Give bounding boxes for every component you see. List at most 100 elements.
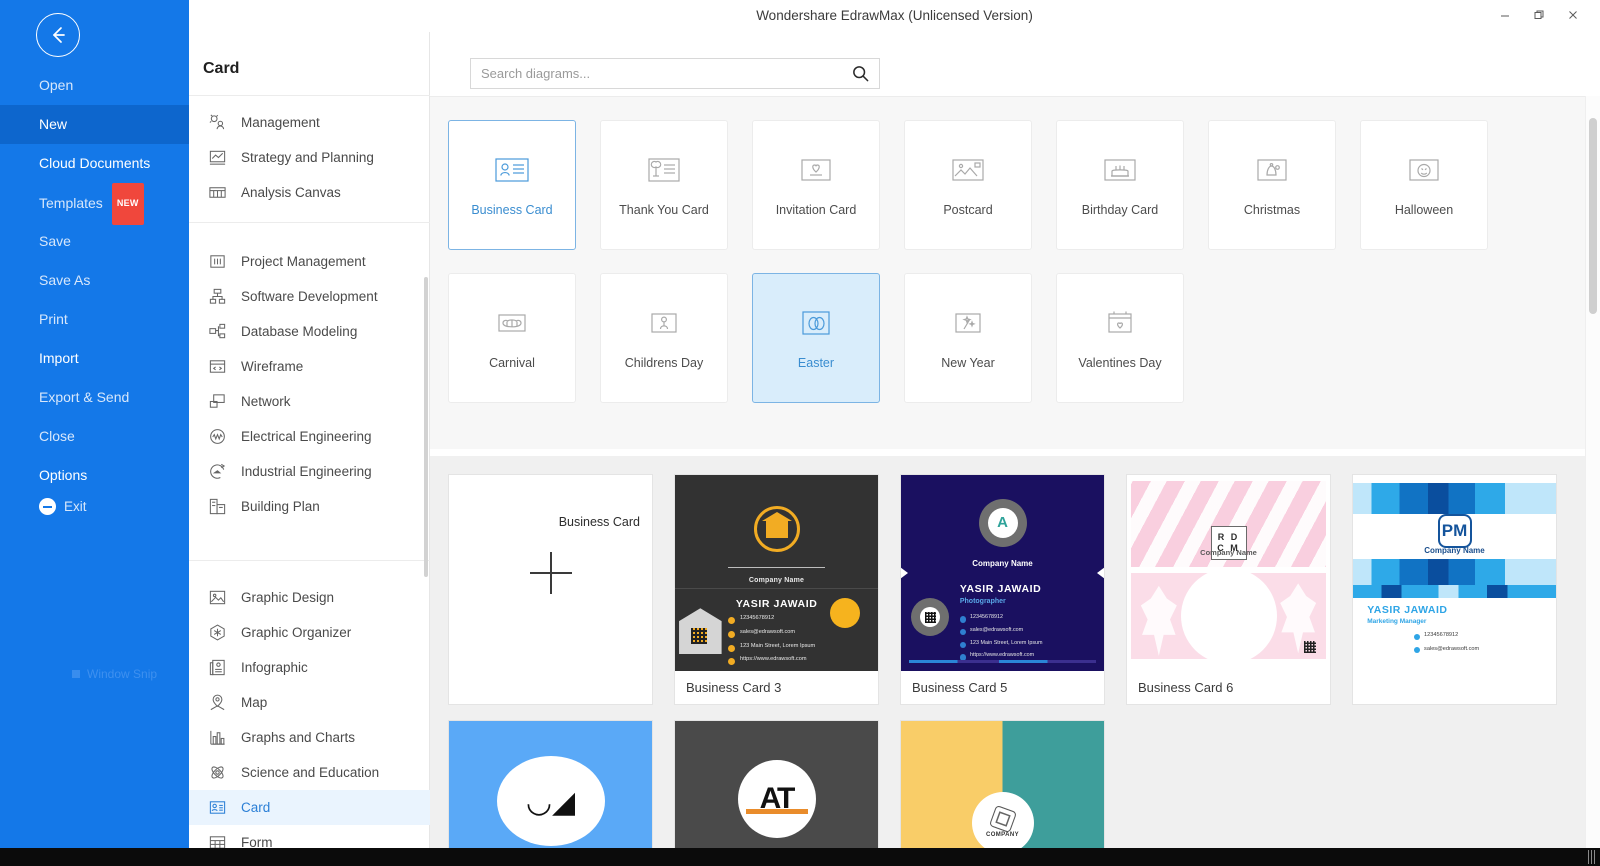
rail-label: Import <box>39 350 79 366</box>
template-card-business-card-5[interactable]: A Company Name YASIR JAWAID Photographer… <box>900 474 1105 705</box>
analysis-canvas-icon <box>208 183 227 202</box>
rail-item-close[interactable]: Close <box>0 417 189 456</box>
subcategory-tile-halloween[interactable]: Halloween <box>1360 120 1488 250</box>
subcategory-tile-easter[interactable]: Easter <box>752 273 880 403</box>
template-thumbnail: Business Card <box>449 475 652 671</box>
category-item-software-development[interactable]: Software Development <box>189 279 430 314</box>
subcategory-tile-postcard[interactable]: Postcard <box>904 120 1032 250</box>
search-input[interactable] <box>471 59 841 88</box>
subcategory-tile-christmas[interactable]: Christmas <box>1208 120 1336 250</box>
template-card-business-card-6[interactable]: R D C M Company Name Business Card 6 <box>1126 474 1331 705</box>
card-email: sales@edrawsoft.com <box>1424 645 1480 652</box>
card-logo: PM <box>1437 514 1472 549</box>
map-icon <box>208 693 227 712</box>
category-item-management[interactable]: Management <box>189 105 430 140</box>
subcategory-panel: Business Card Thank You Card Invitation … <box>430 96 1585 449</box>
category-item-strategy-and-planning[interactable]: Strategy and Planning <box>189 140 430 175</box>
category-item-network[interactable]: Network <box>189 384 430 419</box>
category-label: Software Development <box>241 289 378 304</box>
category-item-industrial-engineering[interactable]: Industrial Engineering <box>189 454 430 489</box>
title-bar: Wondershare EdrawMax (Unlicensed Version… <box>189 0 1600 56</box>
category-title: Card <box>203 60 240 77</box>
card-art-business-card-5: A Company Name YASIR JAWAID Photographer… <box>901 475 1104 671</box>
card-website: https://www.edrawsoft.com <box>739 656 807 663</box>
category-item-card[interactable]: Card <box>189 790 430 825</box>
category-item-electrical-engineering[interactable]: Electrical Engineering <box>189 419 430 454</box>
template-thumbnail: AT <box>675 721 878 848</box>
category-item-graphs-and-charts[interactable]: Graphs and Charts <box>189 720 430 755</box>
childrens-day-icon <box>642 307 686 339</box>
rail-item-exit[interactable]: Exit <box>39 498 87 515</box>
rail-item-open[interactable]: Open <box>0 66 189 105</box>
rail-item-save[interactable]: Save <box>0 222 189 261</box>
new-year-icon <box>946 307 990 339</box>
category-item-infographic[interactable]: Infographic <box>189 650 430 685</box>
category-item-map[interactable]: Map <box>189 685 430 720</box>
back-arrow-icon[interactable] <box>36 13 80 57</box>
subcategory-label: New Year <box>941 355 995 370</box>
restore-button[interactable] <box>1522 2 1556 28</box>
category-label: Graphic Organizer <box>241 625 352 640</box>
template-card-business-card-3[interactable]: Company Name YASIR JAWAID 12345678912 sa… <box>674 474 879 705</box>
category-item-building-plan[interactable]: Building Plan <box>189 489 430 524</box>
card-email: sales@edrawsoft.com <box>970 626 1024 633</box>
rail-item-import[interactable]: Import <box>0 339 189 378</box>
template-card-at-dark[interactable]: AT <box>674 720 879 848</box>
qr-code-icon <box>911 598 950 637</box>
search-icon[interactable] <box>841 64 879 83</box>
minimize-button[interactable] <box>1488 2 1522 28</box>
new-badge: NEW <box>111 183 144 225</box>
rail-item-save-as[interactable]: Save As <box>0 261 189 300</box>
subcategory-tile-invitation-card[interactable]: Invitation Card <box>752 120 880 250</box>
template-card-yellow-teal[interactable]: COMPANY <box>900 720 1105 848</box>
category-item-graphic-organizer[interactable]: Graphic Organizer <box>189 615 430 650</box>
rail-item-cloud-documents[interactable]: Cloud Documents <box>0 144 189 183</box>
close-button[interactable] <box>1556 2 1590 28</box>
template-card-business-card-4[interactable]: PM Company Name YASIR JAWAID Marketing M… <box>1352 474 1557 705</box>
category-group-2: Project Management Software Development <box>189 244 430 524</box>
subcategory-tile-valentines-day[interactable]: Valentines Day <box>1056 273 1184 403</box>
category-item-analysis-canvas[interactable]: Analysis Canvas <box>189 175 430 210</box>
category-item-graphic-design[interactable]: Graphic Design <box>189 580 430 615</box>
template-thumbnail: A Company Name YASIR JAWAID Photographer… <box>901 475 1104 671</box>
rail-label: Export & Send <box>39 389 130 405</box>
rail-item-export-send[interactable]: Export & Send <box>0 378 189 417</box>
subcategory-tile-new-year[interactable]: New Year <box>904 273 1032 403</box>
subcategory-label: Halloween <box>1394 202 1454 217</box>
rail-label: New <box>39 116 68 132</box>
category-item-project-management[interactable]: Project Management <box>189 244 430 279</box>
category-label: Infographic <box>241 660 308 675</box>
category-scrollbar[interactable] <box>424 277 428 577</box>
template-card-blue-eyes[interactable]: ◡◢ Company Name <box>448 720 653 848</box>
category-label: Building Plan <box>241 499 320 514</box>
category-item-database-modeling[interactable]: Database Modeling <box>189 314 430 349</box>
category-item-wireframe[interactable]: Wireframe <box>189 349 430 384</box>
resize-grip-icon[interactable] <box>1588 850 1596 864</box>
subcategory-tile-birthday-card[interactable]: Birthday Card <box>1056 120 1184 250</box>
rail-item-print[interactable]: Print <box>0 300 189 339</box>
rail-item-options[interactable]: Options <box>0 456 189 495</box>
category-label: Project Management <box>241 254 366 269</box>
subcategory-tile-business-card[interactable]: Business Card <box>448 120 576 250</box>
subcategory-tile-carnival[interactable]: Carnival <box>448 273 576 403</box>
category-label: Database Modeling <box>241 324 358 339</box>
subcategory-tile-thank-you-card[interactable]: Thank You Card <box>600 120 728 250</box>
infographic-icon <box>208 658 227 677</box>
science-education-icon <box>208 763 227 782</box>
card-art-business-card-3: Company Name YASIR JAWAID 12345678912 sa… <box>675 475 878 671</box>
main-scrollbar-thumb[interactable] <box>1589 118 1597 314</box>
template-thumbnail: ◡◢ Company Name <box>449 721 652 848</box>
subcategory-label: Birthday Card <box>1081 202 1159 217</box>
category-label: Map <box>241 695 268 710</box>
subcategory-tile-childrens-day[interactable]: Childrens Day <box>600 273 728 403</box>
template-card-blank[interactable]: Business Card <box>448 474 653 705</box>
template-thumbnail: COMPANY <box>901 721 1104 848</box>
template-thumbnail: PM Company Name YASIR JAWAID Marketing M… <box>1353 475 1556 671</box>
main-scrollbar-track[interactable] <box>1585 96 1600 848</box>
window-title: Wondershare EdrawMax (Unlicensed Version… <box>756 8 1033 23</box>
category-item-science-and-education[interactable]: Science and Education <box>189 755 430 790</box>
template-caption: Business Card 5 <box>912 680 1008 695</box>
category-label: Analysis Canvas <box>241 185 341 200</box>
rail-item-templates[interactable]: Templates NEW <box>0 183 189 225</box>
rail-item-new[interactable]: New <box>0 105 189 144</box>
